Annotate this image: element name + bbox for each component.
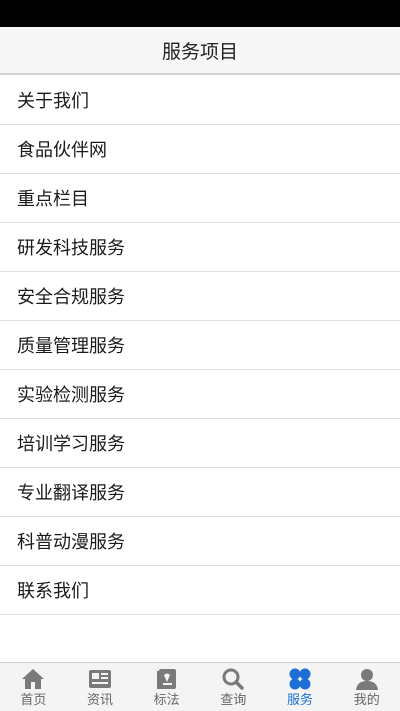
menu-item-label: 研发科技服务 [17, 238, 125, 259]
menu-item-translation[interactable]: 专业翻译服务 [0, 468, 400, 517]
tab-label: 我的 [353, 693, 380, 708]
home-icon [22, 669, 45, 689]
tab-label: 资讯 [87, 693, 114, 708]
tab-service[interactable]: 服务 [267, 663, 334, 711]
tab-label: 首页 [20, 693, 47, 708]
menu-item-label: 联系我们 [17, 581, 89, 602]
bottom-tab-bar: 首页 资讯 标法 查询 服务 我的 [0, 662, 400, 711]
page-header: 服务项目 [0, 27, 400, 75]
news-icon [89, 670, 111, 688]
tab-standard[interactable]: 标法 [133, 663, 200, 711]
menu-item-label: 安全合规服务 [17, 287, 125, 308]
tab-label: 服务 [287, 693, 314, 708]
menu-item-label: 科普动漫服务 [17, 532, 125, 553]
menu-item-contact-us[interactable]: 联系我们 [0, 566, 400, 615]
tab-mine[interactable]: 我的 [333, 663, 400, 711]
menu-item-lab-testing[interactable]: 实验检测服务 [0, 370, 400, 419]
menu-item-label: 重点栏目 [17, 189, 89, 210]
menu-item-label: 质量管理服务 [17, 336, 125, 357]
menu-item-animation[interactable]: 科普动漫服务 [0, 517, 400, 566]
menu-item-rd-tech[interactable]: 研发科技服务 [0, 223, 400, 272]
tab-label: 标法 [153, 693, 180, 708]
tab-label: 查询 [220, 693, 247, 708]
menu-item-label: 关于我们 [17, 91, 89, 112]
service-menu-list: 关于我们 食品伙伴网 重点栏目 研发科技服务 安全合规服务 质量管理服务 实验检… [0, 76, 400, 615]
tab-search[interactable]: 查询 [200, 663, 267, 711]
menu-item-label: 食品伙伴网 [17, 140, 107, 161]
menu-item-foodmate[interactable]: 食品伙伴网 [0, 125, 400, 174]
status-bar [0, 0, 400, 27]
menu-item-safety-compliance[interactable]: 安全合规服务 [0, 272, 400, 321]
tab-news[interactable]: 资讯 [67, 663, 134, 711]
menu-item-label: 专业翻译服务 [17, 483, 125, 504]
standard-icon [156, 669, 176, 689]
tab-home[interactable]: 首页 [0, 663, 67, 711]
menu-item-about-us[interactable]: 关于我们 [0, 76, 400, 125]
menu-item-key-columns[interactable]: 重点栏目 [0, 174, 400, 223]
search-icon [222, 668, 245, 690]
menu-item-label: 培训学习服务 [17, 434, 125, 455]
menu-item-label: 实验检测服务 [17, 385, 125, 406]
page-title: 服务项目 [161, 40, 238, 63]
menu-item-training[interactable]: 培训学习服务 [0, 419, 400, 468]
menu-item-quality-management[interactable]: 质量管理服务 [0, 321, 400, 370]
service-icon [289, 668, 311, 690]
user-icon [355, 669, 378, 690]
